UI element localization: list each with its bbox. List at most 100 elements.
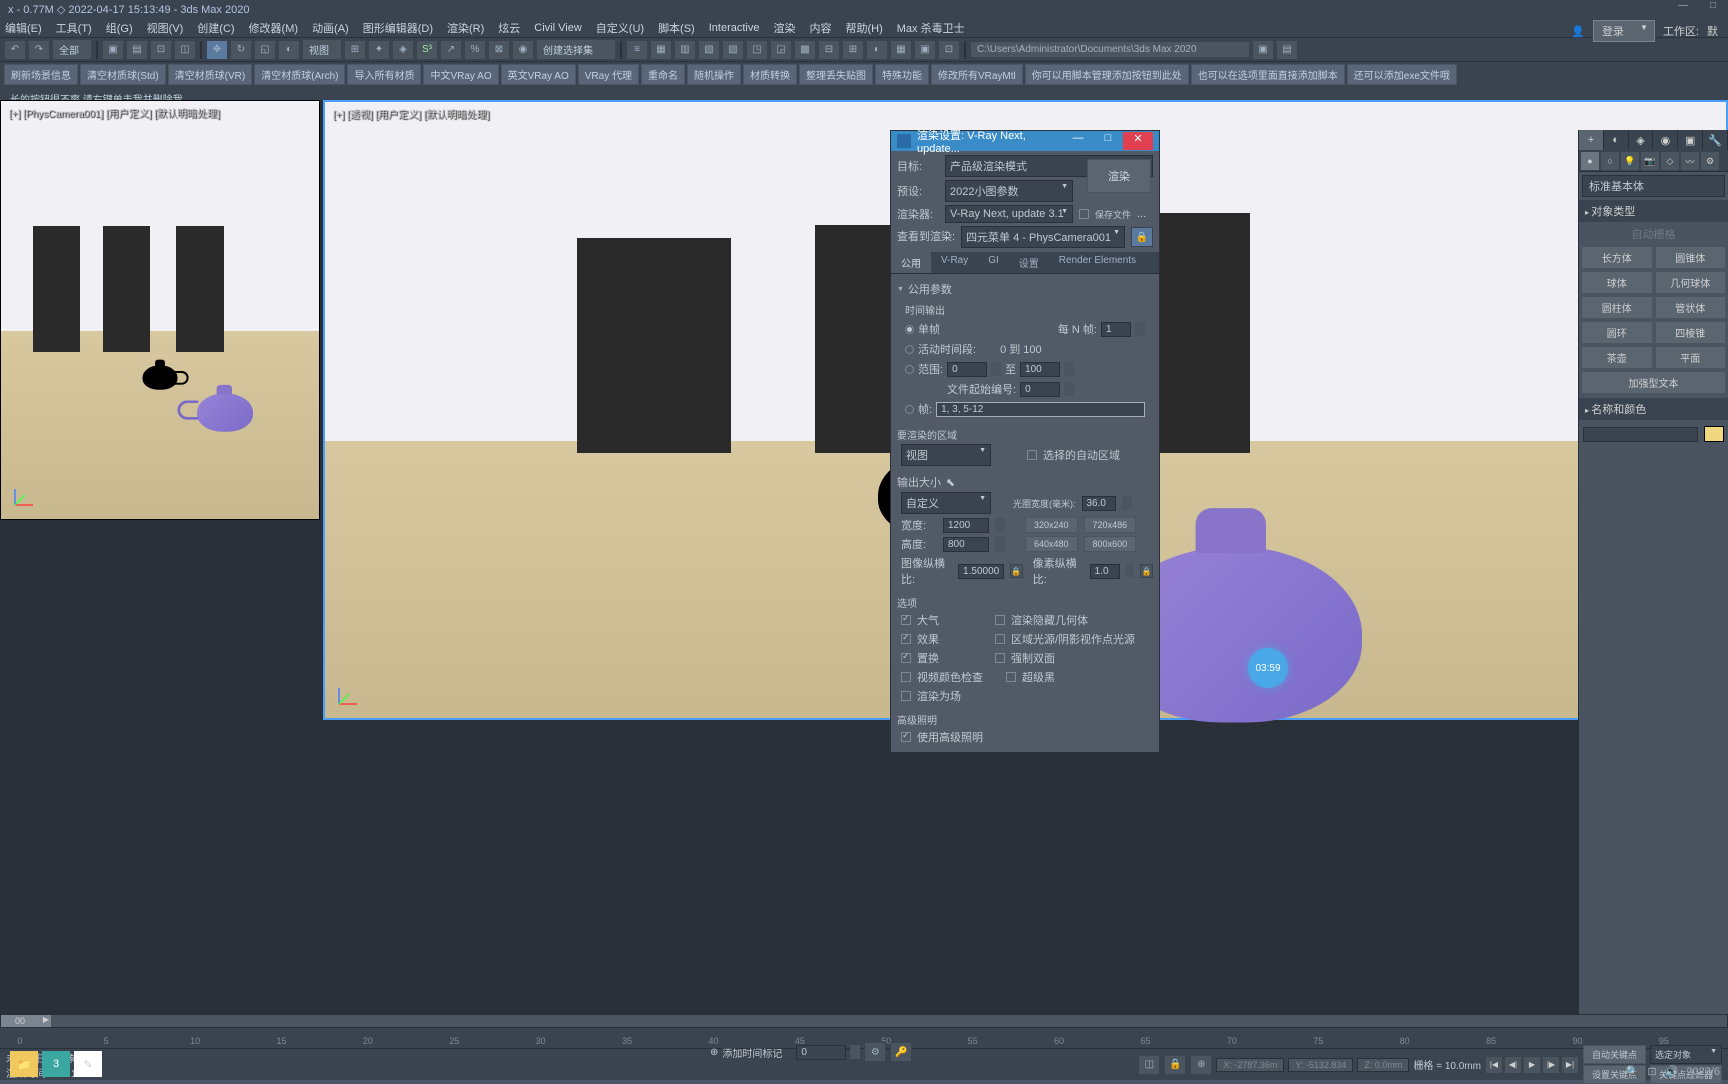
section-common[interactable]: 公用参数 [897, 278, 1153, 300]
every-n-input[interactable] [1101, 322, 1131, 337]
script-cn-ao[interactable]: 中文VRay AO [423, 64, 498, 85]
goto-start-button[interactable]: |◀ [1485, 1056, 1503, 1074]
frames-radio[interactable] [905, 405, 914, 414]
motion-tab[interactable]: ◉ [1653, 130, 1678, 150]
viewport-left-label[interactable]: [+] [PhysCamera001] [用户定义] [默认明暗处理] [9, 105, 220, 120]
render-button[interactable]: 渲染 [1087, 159, 1151, 193]
range-to-spinner[interactable] [1064, 362, 1074, 376]
tray-sound-icon[interactable]: 🔊 [1665, 1065, 1679, 1078]
file-num-input[interactable] [1020, 382, 1060, 397]
menu-animation[interactable]: 动画(A) [312, 20, 349, 36]
explorer-taskbar-icon[interactable]: 📁 [10, 1051, 38, 1077]
tray-icon-2[interactable]: ⊡ [1647, 1065, 1656, 1078]
space-icon[interactable]: 〰 [1681, 152, 1699, 170]
script-random[interactable]: 随机操作 [687, 64, 741, 85]
coord-x[interactable]: X: -2787.36m [1216, 1058, 1284, 1072]
scale-button[interactable]: ◱ [254, 40, 276, 60]
save-file-check[interactable] [1079, 209, 1089, 219]
torus-button[interactable]: 圆环 [1581, 321, 1653, 344]
utilities-tab[interactable]: 🔧 [1703, 130, 1728, 150]
tube-button[interactable]: 管状体 [1655, 296, 1727, 319]
tool-23[interactable]: ▩ [794, 40, 816, 60]
menu-civil[interactable]: Civil View [534, 22, 581, 34]
geometry-icon[interactable]: ● [1581, 152, 1599, 170]
lights-icon[interactable]: 💡 [1621, 152, 1639, 170]
tool-30[interactable]: ▣ [1252, 40, 1274, 60]
undo-button[interactable]: ↶ [4, 40, 26, 60]
script-hint2[interactable]: 也可以在选项里面直接添加脚本 [1191, 64, 1345, 85]
script-refresh[interactable]: 刷新场景信息 [4, 64, 78, 85]
menu-edit[interactable]: 编辑(E) [5, 20, 42, 36]
dialog-maximize[interactable]: □ [1093, 132, 1123, 150]
height-spinner[interactable] [995, 537, 1005, 551]
display-tab[interactable]: ▣ [1678, 130, 1703, 150]
view-dropdown[interactable]: 四元菜单 4 - PhysCamera001 [961, 226, 1125, 248]
maximize-button[interactable]: □ [1698, 0, 1728, 18]
script-proxy[interactable]: VRay 代理 [578, 64, 639, 85]
lock-view-button[interactable]: 🔒 [1131, 227, 1153, 247]
menu-content[interactable]: 内容 [809, 20, 831, 36]
atmosphere-check[interactable] [901, 615, 911, 625]
tool-17[interactable]: ▦ [650, 40, 672, 60]
iso-button[interactable]: ◫ [1138, 1055, 1160, 1075]
tool-8[interactable]: ◐ [278, 40, 300, 60]
time-slider-handle[interactable]: 00 ▶ [1, 1015, 51, 1027]
systems-icon[interactable]: ⚙ [1701, 152, 1719, 170]
use-advlight-check[interactable] [901, 732, 911, 742]
tool-25[interactable]: ⊞ [842, 40, 864, 60]
width-input[interactable] [943, 518, 989, 533]
plane-button[interactable]: 平面 [1655, 346, 1727, 369]
tool-4[interactable]: ◫ [174, 40, 196, 60]
tool-20[interactable]: ▨ [722, 40, 744, 60]
preset-640-button[interactable]: 640x480 [1025, 536, 1078, 552]
script-hint3[interactable]: 还可以添加exe文件哦 [1347, 64, 1457, 85]
tool-27[interactable]: ▦ [890, 40, 912, 60]
path-input[interactable]: C:\Users\Administrator\Documents\3ds Max… [970, 41, 1250, 58]
tool-21[interactable]: ◳ [746, 40, 768, 60]
tool-3[interactable]: ⊡ [150, 40, 172, 60]
lock-aspect-button[interactable]: 🔒 [1010, 564, 1023, 578]
active-range-radio[interactable] [905, 345, 914, 354]
menu-script[interactable]: 脚本(S) [658, 20, 695, 36]
abs-button[interactable]: ⊕ [1190, 1055, 1212, 1075]
aperture-spinner[interactable] [1122, 496, 1132, 510]
range-to-input[interactable] [1020, 362, 1060, 377]
tool-11[interactable]: ◈ [392, 40, 414, 60]
cameras-icon[interactable]: 📷 [1641, 152, 1659, 170]
hidden-check[interactable] [995, 615, 1005, 625]
menu-render2[interactable]: 渲染 [773, 20, 795, 36]
login-dropdown[interactable]: 登录 [1593, 20, 1655, 42]
script-rename[interactable]: 重命名 [641, 64, 685, 85]
dialog-minimize[interactable]: — [1063, 132, 1093, 150]
dialog-close[interactable]: ✕ [1123, 132, 1153, 150]
name-color-header[interactable]: ▸ 名称和颜色 [1579, 398, 1728, 420]
tool-18[interactable]: ▥ [674, 40, 696, 60]
single-frame-radio[interactable] [905, 325, 914, 334]
menu-interactive[interactable]: Interactive [709, 22, 760, 34]
selected-dropdown[interactable]: 选定对象 [1650, 1045, 1722, 1064]
auto-key-button[interactable]: 自动关键点 [1583, 1045, 1646, 1064]
play-button[interactable]: ▶ [1523, 1056, 1541, 1074]
script-clear-arch[interactable]: 清空材质球(Arch) [254, 64, 345, 85]
selection-set-dropdown[interactable]: 创建选择集 [536, 39, 616, 60]
aperture-input[interactable] [1082, 496, 1116, 511]
menu-modifiers[interactable]: 修改器(M) [249, 20, 299, 36]
rotate-button[interactable]: ↻ [230, 40, 252, 60]
move-button[interactable]: ✥ [206, 40, 228, 60]
redo-button[interactable]: ↷ [28, 40, 50, 60]
tool-14[interactable]: ⊠ [488, 40, 510, 60]
menu-customize[interactable]: 自定义(U) [596, 20, 644, 36]
object-type-header[interactable]: ▸ 对象类型 [1579, 200, 1728, 222]
workspace-value[interactable]: 默 [1707, 23, 1718, 39]
super-check[interactable] [1006, 672, 1016, 682]
pixel-aspect-input[interactable] [1090, 564, 1120, 579]
cylinder-button[interactable]: 圆柱体 [1581, 296, 1653, 319]
range-from-spinner[interactable] [991, 362, 1001, 376]
tool-15[interactable]: ◉ [512, 40, 534, 60]
effects-check[interactable] [901, 634, 911, 644]
tool-2[interactable]: ▤ [126, 40, 148, 60]
preset-dropdown[interactable]: 2022小图参数 [945, 180, 1073, 202]
auto-area-check[interactable] [1027, 450, 1037, 460]
dialog-titlebar[interactable]: 渲染设置: V-Ray Next, update... — □ ✕ [891, 131, 1159, 151]
tray-icon-1[interactable]: 🔍 [1626, 1065, 1640, 1078]
